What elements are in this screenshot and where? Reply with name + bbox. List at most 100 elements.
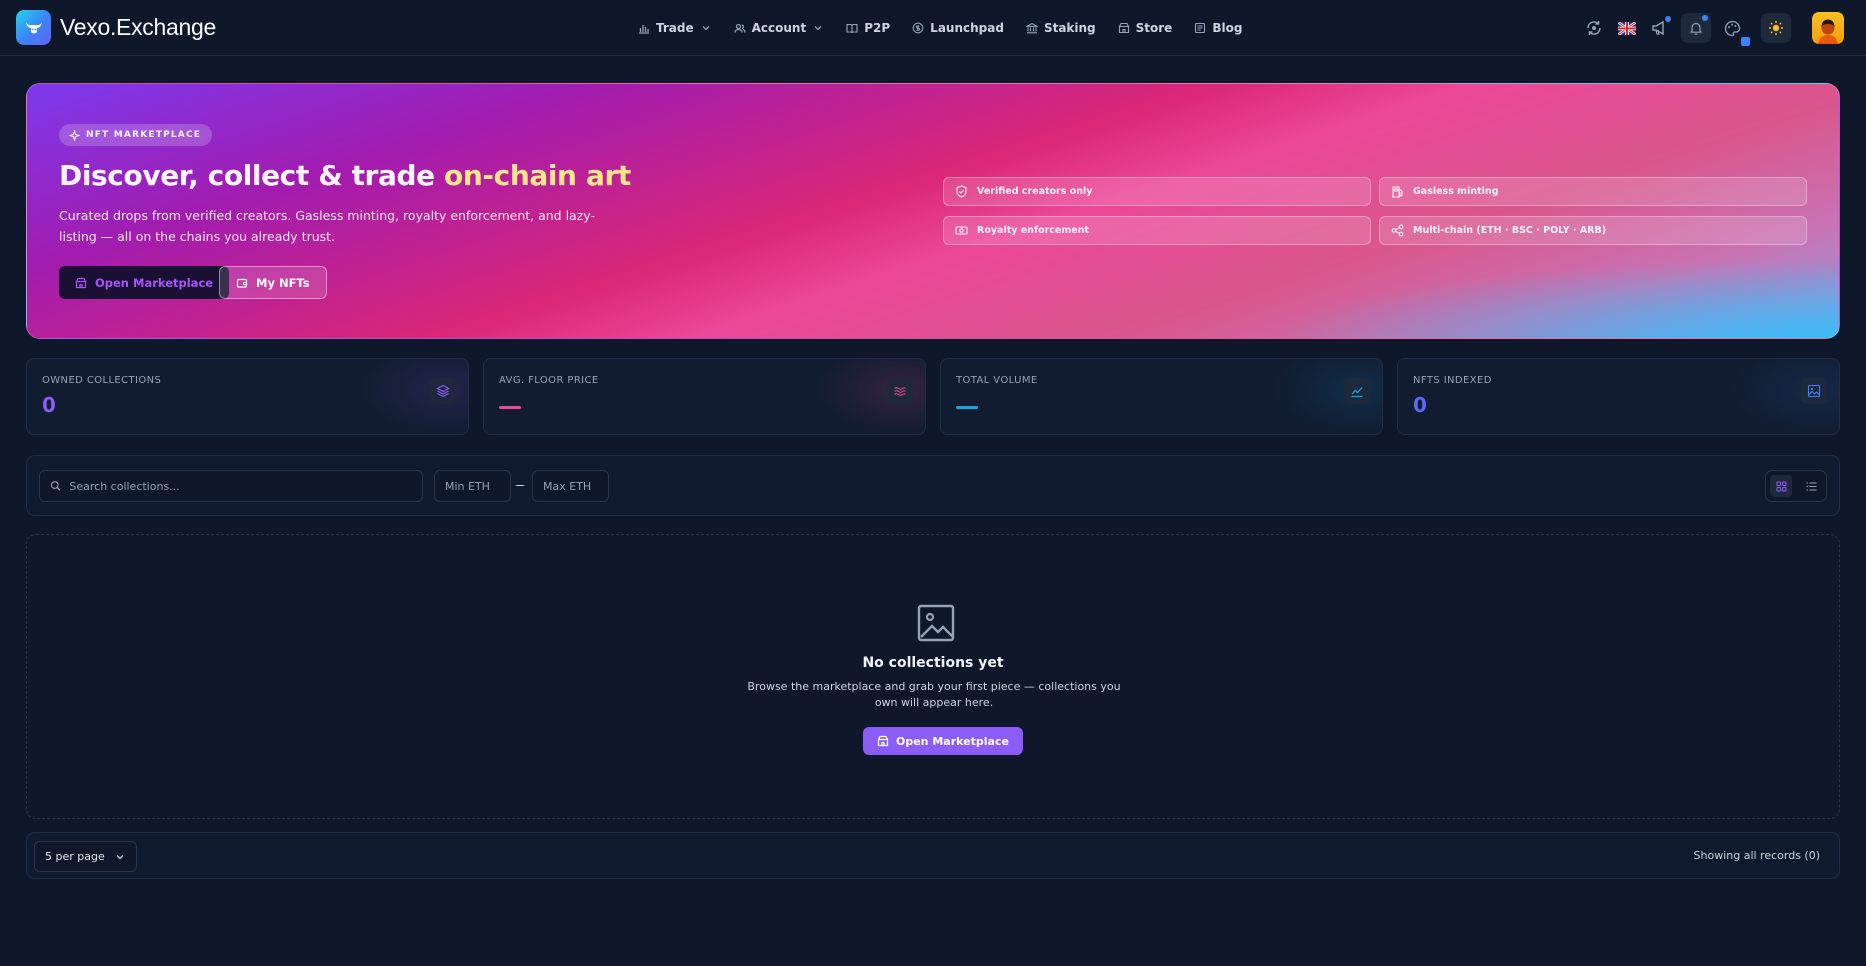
stat-icon-box — [887, 378, 913, 404]
chevron-down-icon — [702, 26, 710, 31]
notification-dot — [1702, 15, 1708, 21]
pagination-bar: 5 per page Showing all records (0) — [26, 832, 1840, 879]
nav-label: Staking — [1043, 21, 1096, 35]
nav-item-store[interactable]: Store — [1118, 21, 1173, 35]
nav-actions — [1582, 10, 1844, 46]
list-icon — [1806, 481, 1816, 491]
min-price-field[interactable] — [434, 470, 511, 502]
max-price-field[interactable] — [532, 470, 609, 502]
hero-title-highlight: on-chain art — [444, 159, 631, 192]
sun-icon — [1769, 21, 1783, 35]
notification-dot — [1665, 16, 1671, 22]
palette-color-swatch — [1741, 37, 1750, 46]
search-input[interactable] — [69, 479, 422, 493]
stat-label: AVG. FLOOR PRICE — [499, 375, 599, 386]
image-placeholder-icon — [917, 604, 955, 642]
nav-label: Store — [1135, 21, 1173, 35]
brand-logo[interactable] — [16, 10, 51, 45]
search-box[interactable] — [39, 470, 423, 502]
top-navbar: Vexo.Exchange Trade Account P2P Launchpa… — [0, 0, 1866, 56]
stat-label: OWNED COLLECTIONS — [42, 375, 162, 386]
hero-badge: NFT MARKETPLACE — [59, 124, 213, 146]
range-separator — [516, 485, 524, 486]
empty-description: Browse the marketplace and grab your fir… — [747, 680, 1121, 709]
wallet-icon — [236, 278, 248, 288]
empty-state: No collections yet Browse the marketplac… — [26, 534, 1840, 819]
trend-chart-icon — [1351, 387, 1363, 398]
theme-toggle-button[interactable] — [1761, 13, 1791, 43]
stat-empty-dash — [499, 406, 521, 409]
palette-icon — [1724, 20, 1740, 36]
nav-item-account[interactable]: Account — [734, 21, 825, 35]
announcements-button[interactable] — [1648, 16, 1672, 40]
users-icon — [734, 23, 746, 33]
language-button[interactable] — [1615, 16, 1639, 40]
records-count: Showing all records (0) — [1693, 849, 1820, 862]
stat-label: TOTAL VOLUME — [956, 375, 1038, 386]
my-nfts-button[interactable]: My NFTs — [219, 266, 327, 299]
book-icon — [846, 23, 858, 34]
avatar[interactable] — [1812, 12, 1844, 44]
stat-icon-box — [1801, 378, 1827, 404]
store-icon — [877, 735, 889, 747]
nav-label: Launchpad — [930, 21, 1004, 35]
list-view-button[interactable] — [1800, 475, 1822, 497]
hero-badge-label: NFT MARKETPLACE — [86, 130, 202, 140]
store-icon — [1118, 22, 1129, 34]
refresh-button[interactable] — [1582, 16, 1606, 40]
feature-label: Royalty enforcement — [977, 225, 1090, 236]
open-marketplace-button[interactable]: Open Marketplace — [59, 266, 230, 299]
bar-chart-icon — [639, 25, 649, 34]
feature-label: Gasless minting — [1413, 186, 1499, 197]
image-icon — [1807, 384, 1821, 398]
bell-icon — [1689, 22, 1703, 35]
nav-item-launchpad[interactable]: Launchpad — [912, 21, 1004, 35]
theme-palette-button[interactable] — [1720, 16, 1750, 46]
share-nodes-icon — [1391, 224, 1404, 237]
refresh-icon — [1587, 21, 1601, 35]
stat-empty-dash — [956, 406, 978, 409]
filter-bar — [26, 455, 1840, 516]
stat-total-volume: TOTAL VOLUME — [940, 358, 1383, 435]
nav-item-staking[interactable]: Staking — [1025, 21, 1096, 35]
notifications-button[interactable] — [1681, 13, 1711, 43]
stat-value: 0 — [42, 393, 56, 417]
hero-title-prefix: Discover, collect & trade — [59, 159, 445, 192]
min-eth-input[interactable] — [445, 479, 510, 493]
nav-item-blog[interactable]: Blog — [1194, 21, 1242, 35]
bank-icon — [1025, 22, 1038, 34]
user-avatar-icon — [1818, 19, 1838, 44]
coin-icon — [912, 22, 924, 34]
stat-icon-box — [1344, 378, 1370, 404]
feature-multi-chain: Multi-chain (ETH · BSC · POLY · ARB) — [1379, 216, 1807, 245]
hero-title: Discover, collect & trade on-chain art — [59, 159, 631, 192]
stat-label: NFTS INDEXED — [1413, 375, 1492, 386]
nav-item-p2p[interactable]: P2P — [846, 21, 890, 35]
main-nav: Trade Account P2P Launchpad Staking Stor… — [638, 0, 1242, 56]
stat-value: 0 — [1413, 393, 1427, 417]
search-icon — [50, 481, 61, 491]
max-eth-input[interactable] — [543, 479, 608, 493]
nav-item-trade[interactable]: Trade — [638, 21, 712, 35]
stat-icon-box — [430, 378, 456, 404]
stat-owned-collections: OWNED COLLECTIONS 0 — [26, 358, 469, 435]
feature-royalty-enforcement: Royalty enforcement — [943, 216, 1371, 245]
bull-logo-icon — [25, 21, 42, 33]
empty-title: No collections yet — [862, 655, 1004, 671]
empty-open-marketplace-button[interactable]: Open Marketplace — [863, 727, 1023, 755]
hero-banner: NFT MARKETPLACE Discover, collect & trad… — [26, 83, 1840, 339]
chevron-down-icon — [814, 26, 822, 31]
money-icon — [955, 226, 968, 235]
feature-label: Verified creators only — [977, 186, 1093, 197]
per-page-select[interactable]: 5 per page — [34, 841, 137, 872]
button-label: Open Marketplace — [896, 734, 1009, 748]
waves-icon — [894, 387, 906, 396]
feature-label: Multi-chain (ETH · BSC · POLY · ARB) — [1413, 225, 1607, 236]
layers-icon — [436, 384, 450, 398]
nav-label: Account — [751, 21, 807, 35]
nav-label: Blog — [1212, 21, 1243, 35]
grid-view-button[interactable] — [1770, 475, 1792, 497]
nav-label: P2P — [864, 21, 891, 35]
stat-nfts-indexed: NFTS INDEXED 0 — [1397, 358, 1840, 435]
brand-name[interactable]: Vexo.Exchange — [60, 14, 216, 41]
